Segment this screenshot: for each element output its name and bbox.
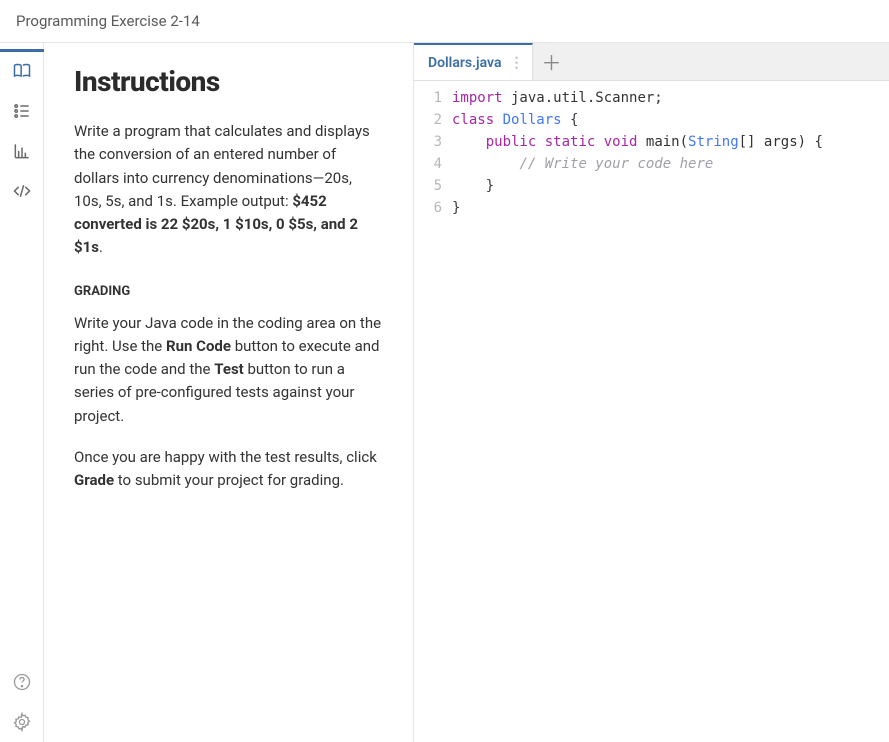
code-line[interactable]: // Write your code here: [452, 153, 889, 175]
code-line[interactable]: class Dollars {: [452, 109, 889, 131]
rail-code-button[interactable]: [0, 171, 44, 211]
new-tab-button[interactable]: ＋: [533, 43, 569, 80]
instructions-panel: Instructions Write a program that calcul…: [44, 43, 414, 742]
title-bar: Programming Exercise 2-14: [0, 0, 889, 42]
para1-post: .: [99, 238, 103, 256]
page-title: Programming Exercise 2-14: [16, 12, 200, 30]
para3-a: Once you are happy with the test results…: [74, 448, 377, 466]
code-line[interactable]: public static void main(String[] args) {: [452, 131, 889, 153]
rail-list-button[interactable]: [0, 91, 44, 131]
instructions-para-3: Once you are happy with the test results…: [74, 446, 383, 493]
line-number-gutter: 1 2 3 4 5 6: [414, 87, 452, 742]
tab-dollars[interactable]: Dollars.java ⋮: [414, 43, 533, 80]
tab-label: Dollars.java: [428, 55, 501, 71]
line-number: 5: [414, 175, 442, 197]
list-icon: [12, 101, 32, 121]
rail-chart-button[interactable]: [0, 131, 44, 171]
tab-more-icon[interactable]: ⋮: [509, 55, 522, 71]
code-line[interactable]: import java.util.Scanner;: [452, 87, 889, 109]
code-line[interactable]: }: [452, 175, 889, 197]
rail-help-button[interactable]: [0, 662, 44, 702]
para2-d: Test: [214, 360, 244, 378]
para2-b: Run Code: [166, 337, 231, 355]
help-icon: [12, 672, 32, 692]
para3-c: to submit your project for grading.: [114, 471, 344, 489]
editor-panel: Dollars.java ⋮ ＋ 1 2 3 4 5 6 import java…: [414, 43, 889, 742]
code-icon: [11, 181, 33, 201]
code-area[interactable]: 1 2 3 4 5 6 import java.util.Scanner; cl…: [414, 81, 889, 742]
line-number: 3: [414, 131, 442, 153]
code-line[interactable]: }: [452, 197, 889, 219]
plus-icon: ＋: [541, 47, 561, 76]
instructions-heading: Instructions: [74, 65, 383, 98]
line-number: 2: [414, 109, 442, 131]
book-icon: [12, 61, 32, 81]
chart-icon: [12, 141, 32, 161]
para3-b: Grade: [74, 471, 114, 489]
line-number: 6: [414, 197, 442, 219]
main-area: Instructions Write a program that calcul…: [0, 42, 889, 742]
left-rail: [0, 43, 44, 742]
code-lines[interactable]: import java.util.Scanner; class Dollars …: [452, 87, 889, 742]
rail-book-button[interactable]: [0, 51, 44, 91]
rail-settings-button[interactable]: [0, 702, 44, 742]
line-number: 4: [414, 153, 442, 175]
instructions-para-1: Write a program that calculates and disp…: [74, 120, 383, 260]
gear-icon: [12, 712, 32, 732]
tab-bar: Dollars.java ⋮ ＋: [414, 43, 889, 81]
app-root: Programming Exercise 2-14 I: [0, 0, 889, 742]
line-number: 1: [414, 87, 442, 109]
grading-label: GRADING: [74, 282, 383, 302]
instructions-para-2: Write your Java code in the coding area …: [74, 312, 383, 428]
